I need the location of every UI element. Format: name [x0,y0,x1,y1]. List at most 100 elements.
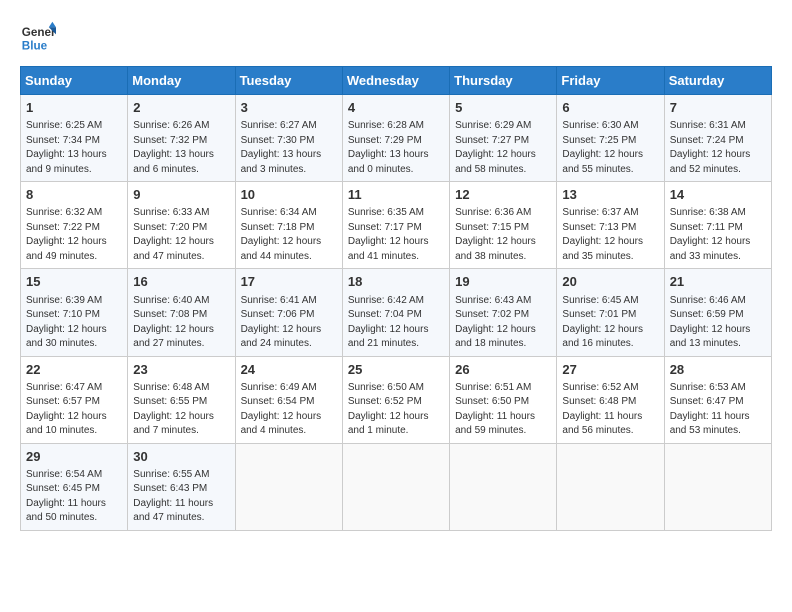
day-info: Sunrise: 6:42 AM Sunset: 7:04 PM Dayligh… [348,294,444,352]
day-info: Sunrise: 6:43 AM Sunset: 7:02 PM Dayligh… [455,294,551,352]
day-cell: 23 Sunrise: 6:48 AM Sunset: 6:55 PM Dayli… [128,356,235,443]
day-number: 25 [348,361,444,379]
day-info: Sunrise: 6:48 AM Sunset: 6:55 PM Dayligh… [133,381,229,439]
day-info: Sunrise: 6:26 AM Sunset: 7:32 PM Dayligh… [133,119,229,177]
day-info: Sunrise: 6:36 AM Sunset: 7:15 PM Dayligh… [455,206,551,264]
page-header: General Blue [20,20,772,56]
day-cell: 3 Sunrise: 6:27 AM Sunset: 7:30 PM Daylig… [235,95,342,182]
day-info: Sunrise: 6:46 AM Sunset: 6:59 PM Dayligh… [670,294,766,352]
day-cell [342,443,449,530]
day-info: Sunrise: 6:53 AM Sunset: 6:47 PM Dayligh… [670,381,766,439]
day-info: Sunrise: 6:55 AM Sunset: 6:43 PM Dayligh… [133,468,229,526]
calendar-table: SundayMondayTuesdayWednesdayThursdayFrid… [20,66,772,531]
day-info: Sunrise: 6:45 AM Sunset: 7:01 PM Dayligh… [562,294,658,352]
week-row-1: 1 Sunrise: 6:25 AM Sunset: 7:34 PM Daylig… [21,95,772,182]
day-number: 11 [348,186,444,204]
day-cell: 22 Sunrise: 6:47 AM Sunset: 6:57 PM Dayli… [21,356,128,443]
day-number: 15 [26,273,122,291]
day-info: Sunrise: 6:39 AM Sunset: 7:10 PM Dayligh… [26,294,122,352]
day-info: Sunrise: 6:54 AM Sunset: 6:45 PM Dayligh… [26,468,122,526]
day-cell: 20 Sunrise: 6:45 AM Sunset: 7:01 PM Dayli… [557,269,664,356]
day-cell: 9 Sunrise: 6:33 AM Sunset: 7:20 PM Daylig… [128,182,235,269]
day-number: 13 [562,186,658,204]
week-row-4: 22 Sunrise: 6:47 AM Sunset: 6:57 PM Dayli… [21,356,772,443]
day-cell: 16 Sunrise: 6:40 AM Sunset: 7:08 PM Dayli… [128,269,235,356]
day-number: 9 [133,186,229,204]
header-row: SundayMondayTuesdayWednesdayThursdayFrid… [21,67,772,95]
logo: General Blue [20,20,56,56]
day-number: 18 [348,273,444,291]
day-cell: 8 Sunrise: 6:32 AM Sunset: 7:22 PM Daylig… [21,182,128,269]
day-info: Sunrise: 6:40 AM Sunset: 7:08 PM Dayligh… [133,294,229,352]
day-number: 28 [670,361,766,379]
day-cell: 4 Sunrise: 6:28 AM Sunset: 7:29 PM Daylig… [342,95,449,182]
day-cell: 12Sunrise: 6:36 AM Sunset: 7:15 PM Dayli… [450,182,557,269]
day-number: 19 [455,273,551,291]
header-cell-friday: Friday [557,67,664,95]
day-info: Sunrise: 6:50 AM Sunset: 6:52 PM Dayligh… [348,381,444,439]
day-cell: 21 Sunrise: 6:46 AM Sunset: 6:59 PM Dayli… [664,269,771,356]
header-cell-tuesday: Tuesday [235,67,342,95]
day-number: 10 [241,186,337,204]
day-number: 1 [26,99,122,117]
header-cell-thursday: Thursday [450,67,557,95]
week-row-3: 15 Sunrise: 6:39 AM Sunset: 7:10 PM Dayli… [21,269,772,356]
day-info: Sunrise: 6:30 AM Sunset: 7:25 PM Dayligh… [562,119,658,177]
day-number: 3 [241,99,337,117]
day-number: 20 [562,273,658,291]
week-row-2: 8 Sunrise: 6:32 AM Sunset: 7:22 PM Daylig… [21,182,772,269]
day-cell: 2 Sunrise: 6:26 AM Sunset: 7:32 PM Daylig… [128,95,235,182]
header-cell-wednesday: Wednesday [342,67,449,95]
day-cell: 17Sunrise: 6:41 AM Sunset: 7:06 PM Dayli… [235,269,342,356]
day-number: 26 [455,361,551,379]
day-info: Sunrise: 6:37 AM Sunset: 7:13 PM Dayligh… [562,206,658,264]
day-cell: 27 Sunrise: 6:52 AM Sunset: 6:48 PM Dayli… [557,356,664,443]
day-number: 2 [133,99,229,117]
day-number: 16 [133,273,229,291]
day-info: Sunrise: 6:32 AM Sunset: 7:22 PM Dayligh… [26,206,122,264]
day-cell: 1 Sunrise: 6:25 AM Sunset: 7:34 PM Daylig… [21,95,128,182]
day-cell: 24 Sunrise: 6:49 AM Sunset: 6:54 PM Dayli… [235,356,342,443]
day-cell: 26 Sunrise: 6:51 AM Sunset: 6:50 PM Dayli… [450,356,557,443]
svg-text:Blue: Blue [22,40,48,53]
day-cell [664,443,771,530]
day-cell: 28 Sunrise: 6:53 AM Sunset: 6:47 PM Dayli… [664,356,771,443]
day-cell: 19 Sunrise: 6:43 AM Sunset: 7:02 PM Dayli… [450,269,557,356]
day-info: Sunrise: 6:52 AM Sunset: 6:48 PM Dayligh… [562,381,658,439]
day-info: Sunrise: 6:35 AM Sunset: 7:17 PM Dayligh… [348,206,444,264]
day-number: 30 [133,448,229,466]
day-info: Sunrise: 6:33 AM Sunset: 7:20 PM Dayligh… [133,206,229,264]
day-info: Sunrise: 6:34 AM Sunset: 7:18 PM Dayligh… [241,206,337,264]
day-info: Sunrise: 6:28 AM Sunset: 7:29 PM Dayligh… [348,119,444,177]
week-row-5: 29Sunrise: 6:54 AM Sunset: 6:45 PM Dayli… [21,443,772,530]
day-cell: 18 Sunrise: 6:42 AM Sunset: 7:04 PM Dayli… [342,269,449,356]
day-info: Sunrise: 6:49 AM Sunset: 6:54 PM Dayligh… [241,381,337,439]
day-info: Sunrise: 6:41 AM Sunset: 7:06 PM Dayligh… [241,294,337,352]
day-cell: 6 Sunrise: 6:30 AM Sunset: 7:25 PM Daylig… [557,95,664,182]
day-number: 4 [348,99,444,117]
header-cell-saturday: Saturday [664,67,771,95]
day-info: Sunrise: 6:25 AM Sunset: 7:34 PM Dayligh… [26,119,122,177]
day-cell: 5Sunrise: 6:29 AM Sunset: 7:27 PM Daylig… [450,95,557,182]
day-info: Sunrise: 6:47 AM Sunset: 6:57 PM Dayligh… [26,381,122,439]
day-number: 14 [670,186,766,204]
day-number: 7 [670,99,766,117]
day-number: 23 [133,361,229,379]
logo-icon: General Blue [20,20,56,56]
day-number: 24 [241,361,337,379]
day-cell: 7Sunrise: 6:31 AM Sunset: 7:24 PM Daylig… [664,95,771,182]
day-number: 5 [455,99,551,117]
day-cell: 10 Sunrise: 6:34 AM Sunset: 7:18 PM Dayli… [235,182,342,269]
day-number: 21 [670,273,766,291]
day-cell [557,443,664,530]
day-number: 8 [26,186,122,204]
day-cell: 14 Sunrise: 6:38 AM Sunset: 7:11 PM Dayli… [664,182,771,269]
day-number: 22 [26,361,122,379]
header-cell-monday: Monday [128,67,235,95]
day-info: Sunrise: 6:51 AM Sunset: 6:50 PM Dayligh… [455,381,551,439]
day-number: 6 [562,99,658,117]
day-info: Sunrise: 6:38 AM Sunset: 7:11 PM Dayligh… [670,206,766,264]
day-cell [450,443,557,530]
day-number: 27 [562,361,658,379]
day-info: Sunrise: 6:27 AM Sunset: 7:30 PM Dayligh… [241,119,337,177]
